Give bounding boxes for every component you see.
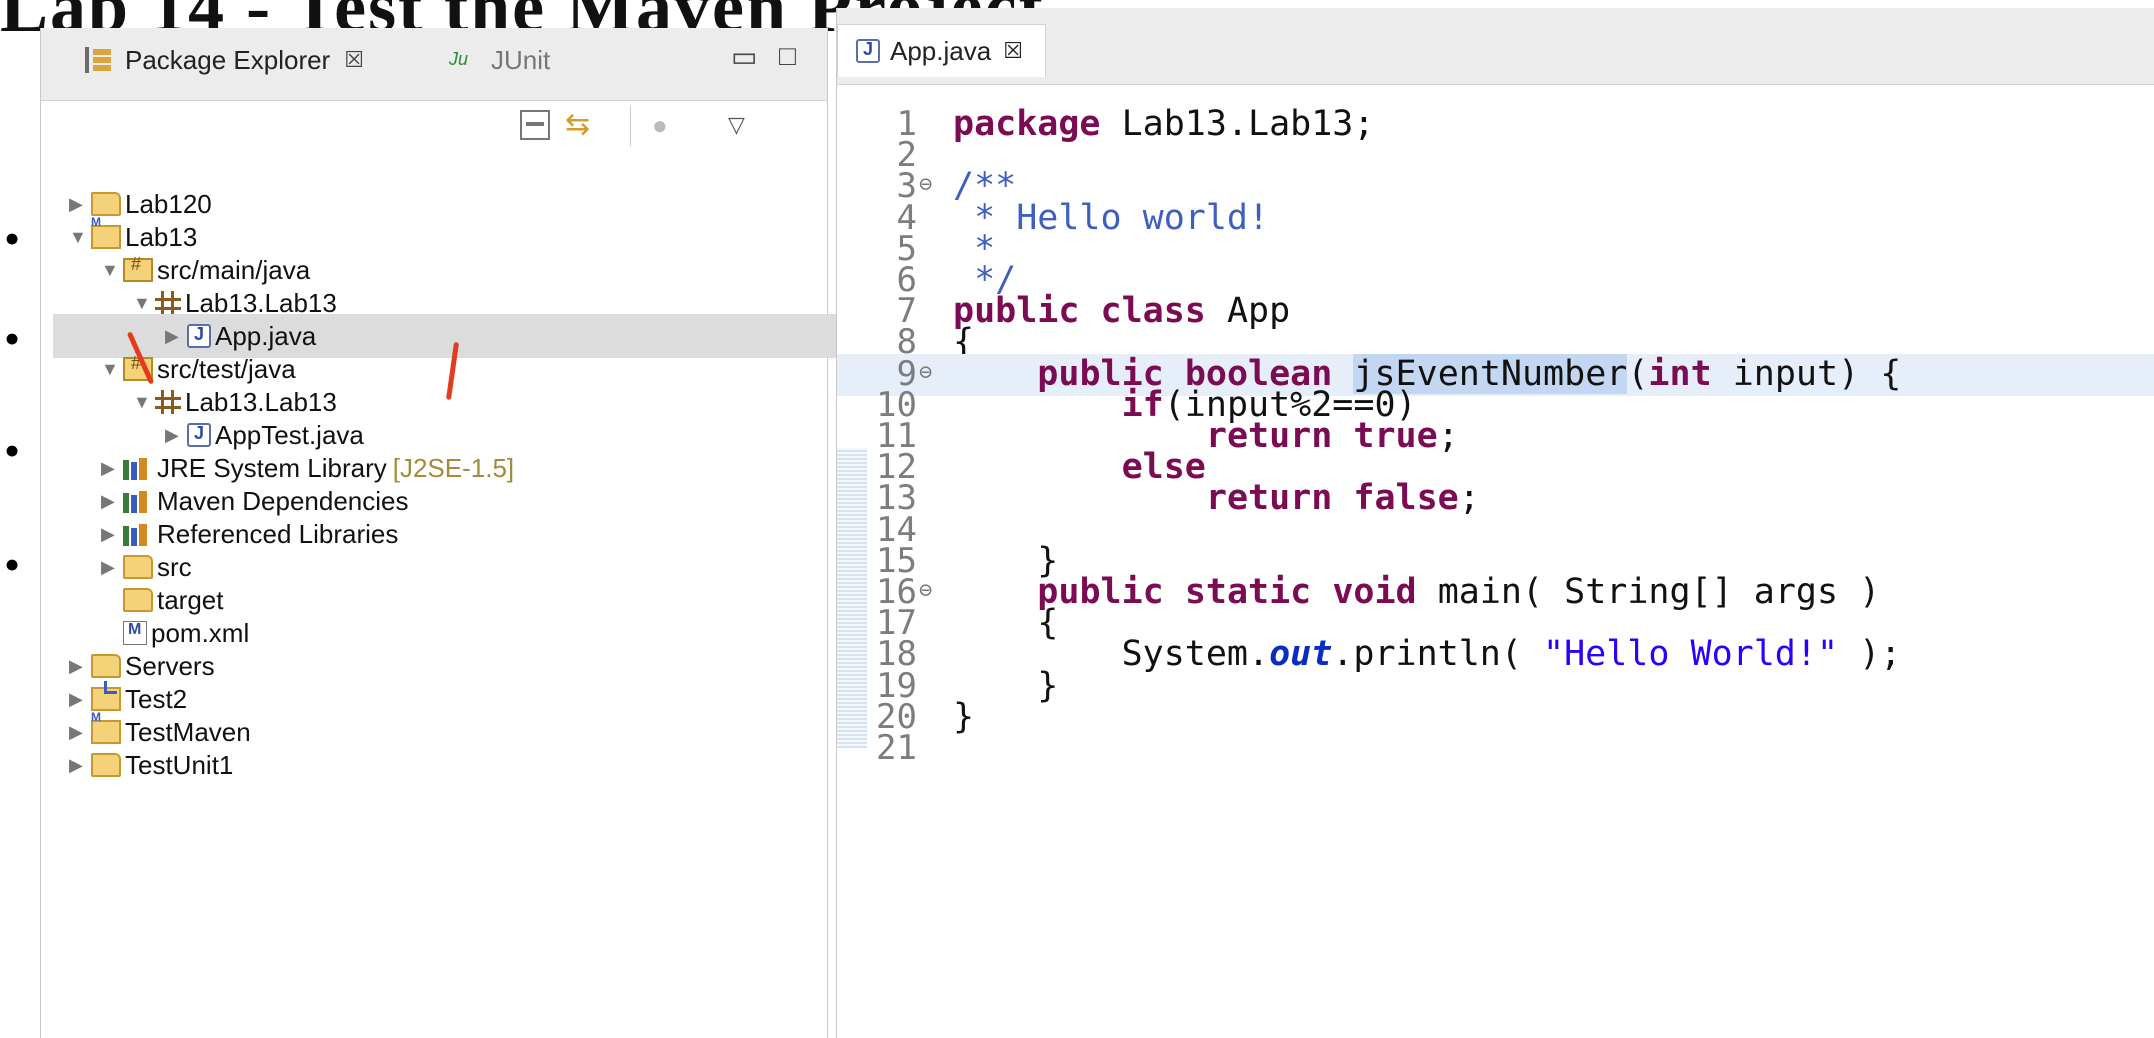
collapsed-arrow-icon[interactable]: ▶ [101, 458, 123, 479]
package-icon [155, 390, 181, 414]
tab-package-explorer[interactable]: Package Explorer ☒ [41, 36, 503, 84]
tab-label: JUnit [491, 44, 551, 75]
collapsed-arrow-icon[interactable]: ▶ [101, 491, 123, 512]
expanded-arrow-icon[interactable]: ▼ [101, 359, 123, 380]
maven-project-icon [91, 215, 121, 249]
minimize-icon[interactable]: ▭ [731, 40, 757, 73]
tree-item-label: TestUnit1 [125, 749, 234, 780]
line-number: 21 [876, 728, 917, 768]
expanded-arrow-icon[interactable]: ▼ [101, 260, 123, 281]
slide-bullet: • [4, 213, 21, 264]
link-with-editor-icon[interactable]: ⇆ [565, 110, 595, 140]
explorer-tab-bar: Package Explorer ☒ JUnit ▭ □ [41, 28, 827, 101]
tab-junit[interactable]: JUnit [449, 36, 550, 84]
collapsed-arrow-icon[interactable]: ▶ [69, 755, 91, 776]
folder-icon [123, 588, 153, 612]
library-icon [123, 522, 153, 546]
fold-toggle-icon[interactable]: ⊖ [919, 172, 932, 197]
library-icon [123, 489, 153, 513]
slide-bullet: • [4, 539, 21, 590]
explorer-toolbar [41, 100, 827, 170]
junit-icon [449, 47, 477, 73]
focus-task-icon[interactable]: ● [652, 110, 682, 140]
fold-toggle-icon[interactable]: ⊖ [919, 578, 932, 603]
collapse-all-icon[interactable] [520, 110, 550, 140]
editor-tab-bar: App.java ☒ [837, 8, 2154, 85]
collapsed-arrow-icon[interactable]: ▶ [69, 656, 91, 677]
view-menu-icon[interactable]: ▽ [728, 110, 758, 140]
tree-item-decoration: [J2SE-1.5] [392, 452, 515, 483]
folder-icon [123, 555, 153, 579]
project-folder-icon [91, 654, 121, 678]
collapsed-arrow-icon[interactable]: ▶ [69, 194, 91, 215]
library-icon [123, 456, 153, 480]
code-editor[interactable]: App.java ☒ 1package Lab13.Lab13;23⊖/**4 … [836, 8, 2154, 1038]
java-file-icon [187, 324, 211, 348]
tab-label: Package Explorer [125, 44, 331, 75]
package-icon [155, 291, 181, 315]
collapsed-arrow-icon[interactable]: ▶ [101, 524, 123, 545]
collapsed-arrow-icon[interactable]: ▶ [165, 326, 187, 347]
expanded-arrow-icon[interactable]: ▼ [133, 392, 155, 413]
expanded-arrow-icon[interactable]: ▼ [69, 227, 91, 248]
tab-app-java[interactable]: App.java ☒ [837, 24, 1046, 77]
slide-bullet: • [4, 313, 21, 364]
close-icon[interactable]: ☒ [1003, 38, 1023, 64]
toolbar-divider [630, 106, 631, 146]
java-file-icon [187, 423, 211, 447]
package-explorer-icon [85, 47, 111, 73]
package-explorer-view: Package Explorer ☒ JUnit ▭ □ ▶Lab120▼Lab… [40, 28, 907, 1038]
project-icon [91, 681, 121, 711]
tree-item-label: Referenced Libraries [157, 518, 399, 549]
slide-bullet: • [4, 425, 21, 476]
tree-item[interactable]: ▶ TestUnit1 [41, 743, 233, 787]
code-line[interactable]: 21 [837, 728, 2154, 770]
collapsed-arrow-icon[interactable]: ▶ [101, 557, 123, 578]
close-icon[interactable]: ☒ [344, 47, 364, 73]
project-folder-icon [91, 192, 121, 216]
maximize-icon[interactable]: □ [779, 40, 796, 72]
pom-file-icon [123, 621, 147, 645]
collapsed-arrow-icon[interactable]: ▶ [165, 425, 187, 446]
collapsed-arrow-icon[interactable]: ▶ [69, 689, 91, 710]
maven-project-icon [91, 710, 121, 744]
fold-toggle-icon[interactable]: ⊖ [919, 360, 932, 385]
collapsed-arrow-icon[interactable]: ▶ [69, 722, 91, 743]
expanded-arrow-icon[interactable]: ▼ [133, 293, 155, 314]
tab-label: App.java [890, 35, 992, 66]
java-file-icon [856, 39, 880, 63]
project-folder-icon [91, 753, 121, 777]
source-folder-icon [123, 254, 153, 282]
